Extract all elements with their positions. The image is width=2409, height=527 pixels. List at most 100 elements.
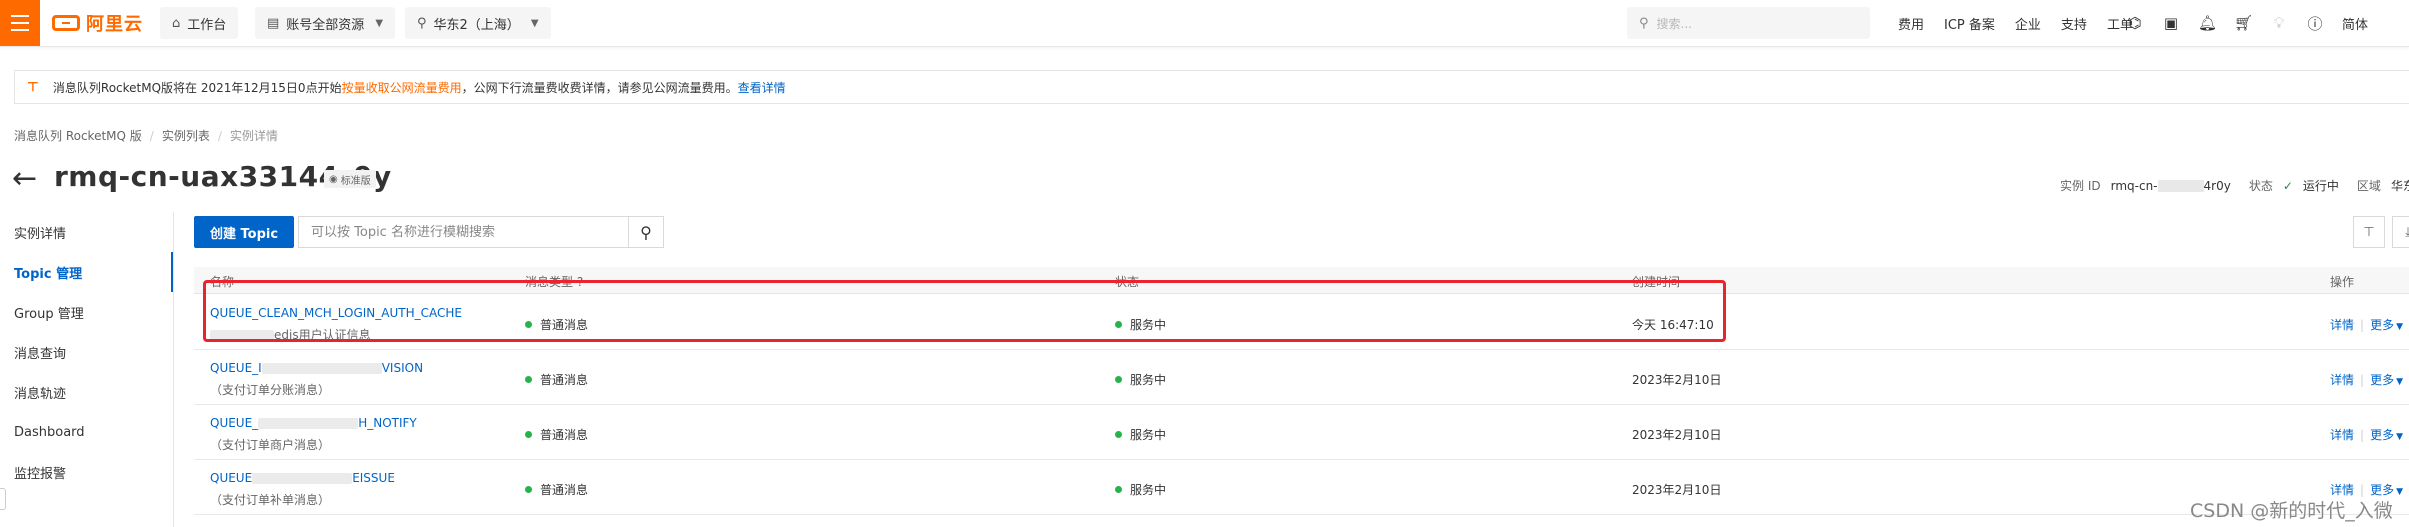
breadcrumb-separator: /	[217, 128, 222, 143]
column-header-actions: 操作	[2330, 275, 2355, 289]
aliyun-logo[interactable]: 阿里云	[52, 12, 143, 35]
topic-name-link[interactable]: QUEUE_ H_NOTIFY	[210, 416, 417, 430]
redaction-blur	[258, 418, 359, 429]
cart-icon[interactable]: 🛒︎	[2234, 14, 2253, 32]
edition-label: 标准版	[340, 175, 371, 187]
instance-id-label: 实例 ID	[2060, 179, 2101, 193]
notice-middle: ，公网下行流量费收费详情，请参见公网流量费用。	[461, 80, 738, 95]
nav-link-billing[interactable]: 费用	[1888, 14, 1934, 33]
redaction-blur	[2157, 180, 2204, 192]
global-search-input[interactable]: ⚲ 搜索...	[1627, 7, 1870, 39]
sidebar-item-group[interactable]: Group 管理	[0, 292, 173, 332]
detail-link[interactable]: 详情	[2330, 428, 2354, 442]
action-separator: |	[2360, 428, 2365, 442]
topic-name-link[interactable]: QUEUE_I VISION	[210, 361, 423, 375]
status-dot-icon	[1115, 486, 1122, 493]
download-icon[interactable]: ⤓	[2392, 216, 2409, 248]
nav-link-support[interactable]: 支持	[2051, 14, 2097, 33]
filter-icon[interactable]: ⊤	[2353, 216, 2385, 248]
more-dropdown[interactable]: 更多 ▼	[2370, 428, 2403, 442]
status-dot-icon	[1115, 376, 1122, 383]
home-icon: ⌂	[172, 15, 181, 31]
breadcrumb-rocketmq[interactable]: 消息队列 RocketMQ 版	[14, 127, 142, 144]
sidebar-divider	[173, 212, 174, 527]
topic-search-input[interactable]	[299, 217, 628, 247]
region-dropdown[interactable]: ⚲ 华东2（上海） ▼	[405, 7, 551, 39]
instance-meta: 实例 ID rmq-cn- 4r0y 状态 ✓ 运行中 区域 华东2	[2060, 177, 2409, 194]
message-type: 普通消息	[525, 371, 588, 388]
more-label: 更多	[2370, 373, 2395, 387]
edition-badge: ◉ 标准版	[324, 170, 376, 188]
breadcrumb-instance-list[interactable]: 实例列表	[162, 127, 210, 144]
caret-down-icon: ▼	[2396, 432, 2403, 442]
more-label: 更多	[2370, 318, 2395, 332]
redaction-blur	[252, 473, 353, 484]
language-switch[interactable]: 简体	[2342, 14, 2368, 33]
message-type: 普通消息	[525, 481, 588, 498]
menu-icon[interactable]	[0, 0, 40, 46]
status-dot-icon	[525, 431, 532, 438]
search-icon: ⚲	[1639, 15, 1649, 31]
region-meta-value: 华东2	[2390, 179, 2409, 193]
sidebar-item-message-query[interactable]: 消息查询	[0, 332, 173, 372]
lightbulb-icon[interactable]: 💡︎	[2270, 14, 2288, 32]
nav-link-icp[interactable]: ICP 备案	[1934, 14, 2005, 33]
account-resources-dropdown[interactable]: ▤ 账号全部资源 ▼	[255, 7, 396, 39]
sidebar-item-dashboard[interactable]: Dashboard	[0, 412, 173, 452]
chevron-down-icon: ▼	[530, 17, 539, 29]
detail-link[interactable]: 详情	[2330, 373, 2354, 387]
notice-banner: ⊤ 消息队列RocketMQ版将在 2021年12月15日0点开始 按量收取公网…	[14, 70, 2409, 104]
topic-name-suffix: EISSUE	[352, 471, 395, 485]
search-icon[interactable]: ⚲	[628, 217, 663, 247]
back-arrow-icon[interactable]: ←	[12, 164, 37, 194]
topic-status-text: 服务中	[1130, 483, 1167, 497]
created-time: 2023年2月10日	[1632, 373, 1722, 387]
more-dropdown[interactable]: 更多 ▼	[2370, 373, 2403, 387]
message-type-text: 普通消息	[540, 428, 589, 442]
help-icon[interactable]: ⓘ	[2306, 13, 2324, 34]
collapse-sidebar-handle[interactable]	[0, 488, 6, 510]
detail-link[interactable]: 详情	[2330, 483, 2354, 497]
csdn-watermark: CSDN @新的时代_入微	[2190, 500, 2393, 522]
logo-text: 阿里云	[86, 14, 143, 35]
instance-id-value: rmq-cn- 4r0y	[2111, 179, 2231, 193]
create-topic-button[interactable]: 创建 Topic	[194, 216, 295, 248]
topic-name-prefix: QUEUE	[210, 471, 253, 485]
more-dropdown[interactable]: 更多 ▼	[2370, 483, 2403, 497]
cloud-shell-icon[interactable]: ⌬	[2126, 14, 2144, 32]
nav-link-enterprise[interactable]: 企业	[2005, 14, 2051, 33]
table-row: QUEUE EISSUE （支付订单补单消息） 普通消息 服务中 2023年2月1…	[194, 459, 2409, 515]
sidebar-item-topic[interactable]: Topic 管理	[0, 252, 173, 292]
table-row: QUEUE_ H_NOTIFY （支付订单商户消息） 普通消息 服务中 2023年…	[194, 404, 2409, 460]
row-actions: 详情 | 更多 ▼	[2330, 316, 2403, 333]
region-meta-label: 区域	[2356, 179, 2381, 193]
topic-status: 服务中	[1115, 371, 1166, 388]
message-type-text: 普通消息	[540, 373, 589, 387]
topic-name-suffix: H_NOTIFY	[358, 416, 417, 430]
notice-icon: ⊤	[27, 79, 39, 95]
topic-description: （支付订单分账消息）	[210, 383, 331, 397]
topic-search-box: ⚲	[298, 216, 664, 248]
topic-name-prefix: QUEUE_	[210, 416, 259, 430]
console-icon[interactable]: ▣	[2162, 14, 2180, 32]
resource-group-icon: ▤	[267, 15, 280, 31]
bell-icon[interactable]: 🔔︎	[2198, 14, 2217, 32]
sidebar-item-monitoring[interactable]: 监控报警	[0, 452, 173, 492]
redaction-blur	[261, 363, 382, 374]
global-search-placeholder: 搜索...	[1656, 16, 1692, 31]
notice-prefix: 消息队列RocketMQ版将在 2021年12月15日0点开始	[52, 80, 342, 95]
status-label: 状态	[2248, 179, 2273, 193]
workbench-button[interactable]: ⌂ 工作台	[160, 7, 239, 39]
sidebar-item-instance-detail[interactable]: 实例详情	[0, 212, 173, 252]
breadcrumb: 消息队列 RocketMQ 版 / 实例列表 / 实例详情	[14, 127, 278, 144]
notice-detail-link[interactable]: 查看详情	[738, 79, 786, 96]
more-dropdown[interactable]: 更多 ▼	[2370, 318, 2403, 332]
sidebar-item-message-trace[interactable]: 消息轨迹	[0, 372, 173, 412]
status-dot-icon	[525, 376, 532, 383]
detail-link[interactable]: 详情	[2330, 318, 2354, 332]
sidebar: 实例详情 Topic 管理 Group 管理 消息查询 消息轨迹 Dashboa…	[0, 212, 173, 492]
created-time: 2023年2月10日	[1632, 428, 1722, 442]
message-type: 普通消息	[525, 426, 588, 443]
message-type-text: 普通消息	[540, 483, 589, 497]
topic-name-link[interactable]: QUEUE EISSUE	[210, 471, 395, 485]
